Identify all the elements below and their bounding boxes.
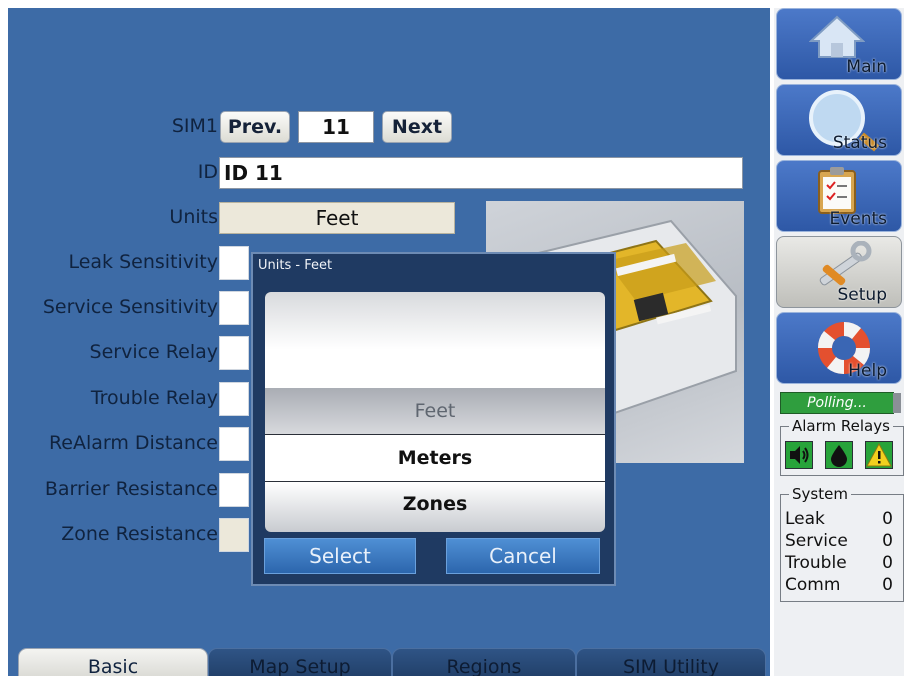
speaker-icon [785,441,813,469]
service-sensitivity-label: Service Sensitivity [42,296,218,318]
tab-sim-utility[interactable]: SIM Utility [576,648,766,676]
realarm-distance-field[interactable] [219,427,249,461]
alarm-relays-title: Alarm Relays [789,417,893,435]
sim-label: SIM1 [171,115,218,137]
nav-help-button[interactable]: Help [776,312,902,384]
system-row-comm: Comm 0 [785,575,897,595]
id-field[interactable]: ID 11 [219,157,743,189]
id-label: ID [197,161,218,183]
water-drop-icon [825,441,853,469]
system-row-label: Service [785,531,848,551]
picker-option-zones[interactable]: Zones [265,482,605,532]
picker-option-meters[interactable]: Meters [265,435,605,481]
polling-end-cap [893,393,901,413]
nav-status-label: Status [832,133,887,153]
setup-panel: SIM1 Prev. 11 Next ID ID 11 Units Feet L… [8,8,770,676]
picker-blank-area [265,292,605,388]
system-row-label: Comm [785,575,841,595]
next-button[interactable]: Next [382,111,452,143]
dialog-title: Units - Feet [258,258,333,273]
nav-main-label: Main [846,57,887,77]
right-nav: Main Status Events Setup Help Polling...… [774,8,904,676]
nav-setup-label: Setup [837,285,887,305]
select-button[interactable]: Select [264,538,416,574]
polling-text: Polling... [807,395,867,411]
units-field[interactable]: Feet [219,202,455,234]
system-row-label: Leak [785,509,825,529]
nav-main-button[interactable]: Main [776,8,902,80]
service-relay-field[interactable] [219,336,249,370]
picker-option-feet[interactable]: Feet [265,388,605,434]
system-row-value: 0 [882,509,893,529]
service-sensitivity-field[interactable] [219,291,249,325]
clipboard-icon [818,167,856,214]
trouble-relay-label: Trouble Relay [90,387,218,409]
zone-resistance-label: Zone Resistance [61,523,218,545]
barrier-resistance-field[interactable] [219,473,249,507]
zone-resistance-field[interactable] [219,518,249,552]
tab-basic[interactable]: Basic [18,648,208,676]
barrier-resistance-label: Barrier Resistance [44,478,218,500]
units-dialog: Units - Feet Feet Meters Zones Select Ca… [251,252,616,586]
system-row-leak: Leak 0 [785,509,897,529]
tab-map-setup[interactable]: Map Setup [208,648,392,676]
app-screen: SIM1 Prev. 11 Next ID ID 11 Units Feet L… [8,8,904,676]
system-row-value: 0 [882,531,893,551]
house-icon [809,15,865,58]
system-row-label: Trouble [785,553,847,573]
nav-status-button[interactable]: Status [776,84,902,156]
tab-regions[interactable]: Regions [392,648,576,676]
sim-number-field[interactable]: 11 [298,111,374,143]
alarm-relays-group: Alarm Relays [780,417,904,476]
service-relay-label: Service Relay [89,341,218,363]
system-row-service: Service 0 [785,531,897,551]
trouble-relay-field[interactable] [219,382,249,416]
units-label: Units [169,206,218,228]
polling-indicator: Polling... [780,392,901,414]
system-row-trouble: Trouble 0 [785,553,897,573]
units-picker: Feet Meters Zones [265,292,605,532]
system-row-value: 0 [882,553,893,573]
nav-help-label: Help [848,361,887,381]
leak-sensitivity-label: Leak Sensitivity [68,251,218,273]
prev-button[interactable]: Prev. [220,111,290,143]
nav-events-label: Events [829,209,887,229]
leak-sensitivity-field[interactable] [219,246,249,280]
system-group: System Leak 0 Service 0 Trouble 0 Comm 0 [780,485,904,602]
nav-setup-button[interactable]: Setup [776,236,902,308]
realarm-distance-label: ReAlarm Distance [48,432,218,454]
warning-icon [865,441,893,469]
cancel-button[interactable]: Cancel [446,538,600,574]
nav-events-button[interactable]: Events [776,160,902,232]
system-title: System [789,485,851,503]
system-row-value: 0 [882,575,893,595]
